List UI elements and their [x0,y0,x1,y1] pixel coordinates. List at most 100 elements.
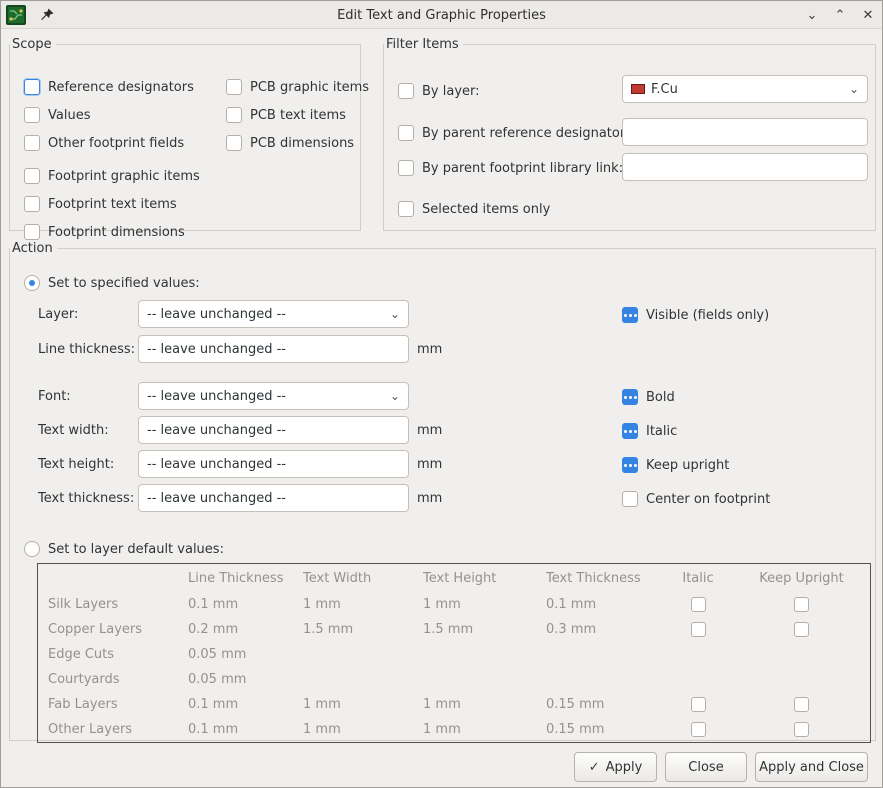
checkbox-other-footprint-fields[interactable] [24,135,40,151]
set-layer-defaults-option[interactable]: Set to layer default values: [24,540,224,558]
checkbox-reference-designators[interactable] [24,79,40,95]
checkbox-silk-upright[interactable] [794,597,809,612]
visible-option[interactable]: Visible (fields only) [622,306,769,324]
label-other-footprint-fields: Other footprint fields [48,136,184,151]
radio-set-layer-defaults[interactable] [24,541,40,557]
filter-by-parent-reference[interactable]: By parent reference designator: [398,124,629,142]
label-layer: Layer: [38,307,78,322]
label-by-layer: By layer: [422,84,480,99]
scope-legend: Scope [10,37,56,52]
check-icon: ✓ [589,760,600,775]
text-height-label-row: Text height: [38,450,114,478]
close-window-button[interactable]: ✕ [860,7,876,23]
label-bold: Bold [646,390,675,405]
window-title: Edit Text and Graphic Properties [1,1,882,29]
tristate-bold[interactable] [622,389,638,405]
radio-set-specified[interactable] [24,275,40,291]
checkbox-pcb-text-items[interactable] [226,107,242,123]
unshade-button[interactable]: ⌃ [832,7,848,23]
line-thickness-input[interactable] [138,335,409,363]
label-values: Values [48,108,90,123]
font-combo[interactable]: -- leave unchanged -- ⌄ [138,382,409,410]
scope-other-footprint-fields[interactable]: Other footprint fields [24,134,184,152]
checkbox-footprint-graphic-items[interactable] [24,168,40,184]
checkbox-silk-italic[interactable] [691,597,706,612]
checkbox-fab-upright[interactable] [794,697,809,712]
scope-footprint-graphic-items[interactable]: Footprint graphic items [24,167,200,185]
italic-option[interactable]: Italic [622,422,677,440]
scope-footprint-text-items[interactable]: Footprint text items [24,195,177,213]
text-thickness-unit: mm [417,484,442,512]
layer-swatch [631,84,645,94]
scope-pcb-dimensions[interactable]: PCB dimensions [226,134,354,152]
table-row-fab: Fab Layers 0.1 mm 1 mm 1 mm 0.15 mm [38,692,870,717]
close-button[interactable]: Close [665,752,747,782]
line-thickness-label-row: Line thickness: [38,335,135,363]
parent-library-input[interactable] [622,153,868,181]
text-height-input[interactable] [138,450,409,478]
tristate-keep-upright[interactable] [622,457,638,473]
checkbox-copper-italic[interactable] [691,622,706,637]
text-thickness-input[interactable] [138,484,409,512]
layer-combo[interactable]: -- leave unchanged -- ⌄ [138,300,409,328]
scope-footprint-dimensions[interactable]: Footprint dimensions [24,223,185,241]
scope-reference-designators[interactable]: Reference designators [24,78,194,96]
layer-filter-value: F.Cu [651,82,678,97]
header-text-width: Text Width [293,571,413,586]
filter-by-layer[interactable]: By layer: [398,82,480,100]
window-controls: ⌄ ⌃ ✕ [804,1,876,29]
set-specified-values-option[interactable]: Set to specified values: [24,274,200,292]
filter-by-parent-library[interactable]: By parent footprint library link: [398,159,623,177]
scope-pcb-text-items[interactable]: PCB text items [226,106,346,124]
filter-selected-only[interactable]: Selected items only [398,200,550,218]
table-row-silk: Silk Layers 0.1 mm 1 mm 1 mm 0.1 mm [38,592,870,617]
checkbox-other-upright[interactable] [794,722,809,737]
label-footprint-text-items: Footprint text items [48,197,177,212]
checkbox-footprint-text-items[interactable] [24,196,40,212]
checkbox-other-italic[interactable] [691,722,706,737]
line-thickness-unit: mm [417,335,442,363]
scope-values[interactable]: Values [24,106,90,124]
checkbox-selected-only[interactable] [398,201,414,217]
header-text-height: Text Height [413,571,536,586]
filter-items-group: Filter Items By layer: F.Cu ⌄ By parent … [383,37,876,231]
label-italic: Italic [646,424,677,439]
checkbox-center-on-footprint[interactable] [622,491,638,507]
apply-button[interactable]: ✓ Apply [574,752,657,782]
label-set-specified: Set to specified values: [48,276,200,291]
table-row-edge-cuts: Edge Cuts 0.05 mm [38,642,870,667]
text-width-input[interactable] [138,416,409,444]
shade-button[interactable]: ⌄ [804,7,820,23]
checkbox-fab-italic[interactable] [691,697,706,712]
table-row-copper: Copper Layers 0.2 mm 1.5 mm 1.5 mm 0.3 m… [38,617,870,642]
checkbox-values[interactable] [24,107,40,123]
filter-items-legend: Filter Items [384,37,463,52]
header-text-thickness: Text Thickness [536,571,663,586]
checkbox-by-parent-reference[interactable] [398,125,414,141]
header-line-thickness: Line Thickness [178,571,293,586]
layer-defaults-table: Line Thickness Text Width Text Height Te… [37,563,871,743]
chevron-down-icon: ⌄ [849,83,859,95]
label-text-width: Text width: [38,423,109,438]
layer-filter-combo[interactable]: F.Cu ⌄ [622,75,868,103]
label-pcb-dimensions: PCB dimensions [250,136,354,151]
font-combo-value: -- leave unchanged -- [147,389,286,404]
checkbox-pcb-dimensions[interactable] [226,135,242,151]
text-width-label-row: Text width: [38,416,109,444]
checkbox-copper-upright[interactable] [794,622,809,637]
checkbox-by-layer[interactable] [398,83,414,99]
checkbox-footprint-dimensions[interactable] [24,224,40,240]
tristate-visible[interactable] [622,307,638,323]
keep-upright-option[interactable]: Keep upright [622,456,729,474]
checkbox-pcb-graphic-items[interactable] [226,79,242,95]
apply-and-close-button[interactable]: Apply and Close [755,752,868,782]
label-reference-designators: Reference designators [48,80,194,95]
bold-option[interactable]: Bold [622,388,675,406]
scope-pcb-graphic-items[interactable]: PCB graphic items [226,78,369,96]
center-on-footprint-option[interactable]: Center on footprint [622,490,770,508]
tristate-italic[interactable] [622,423,638,439]
checkbox-by-parent-library[interactable] [398,160,414,176]
label-visible: Visible (fields only) [646,308,769,323]
label-pcb-graphic-items: PCB graphic items [250,80,369,95]
parent-reference-input[interactable] [622,118,868,146]
